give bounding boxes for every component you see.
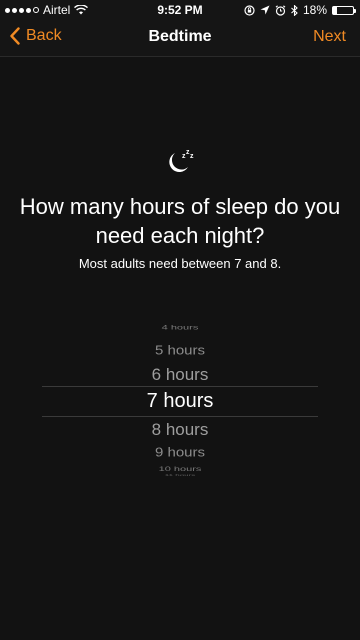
alarm-icon: [275, 4, 286, 16]
picker-item[interactable]: 6 hours: [0, 366, 360, 385]
picker-selection-top-line: [42, 386, 318, 387]
navigation-bar: Back Bedtime Next: [0, 20, 360, 57]
page-title: Bedtime: [148, 28, 212, 45]
picker-item[interactable]: 4 hours: [0, 325, 360, 332]
location-arrow-icon: [260, 5, 270, 15]
hours-picker[interactable]: 4 hours 5 hours 6 hours 7 hours 8 hours 9 hou…: [0, 320, 360, 480]
bedtime-screen: Airtel 9:52 PM 18% Back Bedtime Next z z…: [0, 0, 360, 640]
battery-level: [333, 6, 337, 14]
bluetooth-icon: [291, 4, 298, 16]
picker-item[interactable]: 5 hours: [0, 343, 360, 357]
moon-zzz-icon: z z z: [169, 149, 194, 173]
battery-percent: 18%: [302, 3, 327, 17]
picker-item[interactable]: 9 hours: [0, 445, 360, 459]
picker-item[interactable]: 8 hours: [0, 421, 360, 440]
question-subtitle: Most adults need between 7 and 8.: [78, 256, 282, 271]
svg-text:z: z: [190, 153, 194, 160]
picker-item[interactable]: 11 hours: [0, 474, 360, 477]
battery-icon: [332, 5, 356, 15]
status-right: 18%: [244, 3, 356, 17]
next-button[interactable]: Next: [313, 28, 346, 46]
picker-selection-bottom-line: [42, 416, 318, 417]
question-heading: How many hours of sleep do you need each…: [19, 194, 341, 248]
picker-item-selected[interactable]: 7 hours: [0, 390, 360, 413]
rotation-lock-icon: [244, 4, 255, 16]
picker-item[interactable]: 10 hours: [0, 465, 360, 472]
status-bar: Airtel 9:52 PM 18%: [0, 0, 360, 20]
